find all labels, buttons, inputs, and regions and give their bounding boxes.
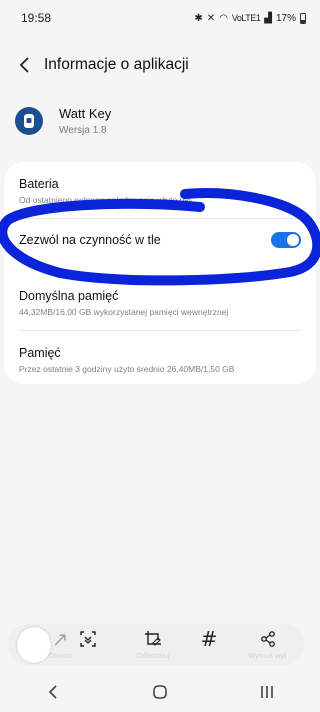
nav-recents-button[interactable] <box>247 672 287 712</box>
background-activity-toggle[interactable] <box>271 232 301 248</box>
hashtag-icon: # <box>200 627 218 651</box>
navigation-bar <box>0 672 320 712</box>
chevron-left-icon <box>19 57 29 73</box>
share-button[interactable]: Wymuś wył. <box>242 630 294 664</box>
background-activity-row[interactable]: Zezwól na czynność w tle <box>19 220 301 260</box>
app-version: Wersja 1.8 <box>59 125 107 136</box>
key-fob-icon <box>24 114 34 128</box>
scroll-capture-button[interactable] <box>62 630 114 664</box>
network-label: VoLTE1 <box>231 13 261 23</box>
status-bar: 19:58 ✱ ✕ ◠ VoLTE1 ▟ 17% <box>0 0 320 36</box>
bluetooth-icon: ✱ <box>194 12 203 24</box>
divider <box>19 218 301 219</box>
battery-subtitle: Od ostatniego pełnego naładowania użyto … <box>19 195 192 205</box>
memory-subtitle: Przez ostatnie 3 godziny użyto średnio 2… <box>19 364 235 374</box>
battery-icon <box>300 12 306 24</box>
header: Informacje o aplikacji <box>0 50 320 80</box>
hashtag-button[interactable]: # <box>183 627 235 664</box>
battery-percent: 17% <box>275 12 296 24</box>
page-title: Informacje o aplikacji <box>44 56 189 73</box>
nav-home-button[interactable] <box>140 672 180 712</box>
nav-home-icon <box>153 685 167 699</box>
nav-recents-icon <box>260 686 273 698</box>
memory-row[interactable]: Pamięć Przez ostatnie 3 godziny użyto śr… <box>19 346 301 374</box>
background-activity-title: Zezwól na czynność w tle <box>19 233 161 247</box>
crop-draw-button[interactable]: Odinstaluj <box>127 630 179 664</box>
edit-label: Odinstaluj <box>136 651 170 660</box>
share-label: Wymuś wył. <box>248 651 288 660</box>
default-storage-row[interactable]: Domyślna pamięć 44,32MB/16,00 GB wykorzy… <box>19 289 301 317</box>
nav-back-button[interactable] <box>33 672 73 712</box>
settings-card: Bateria Od ostatniego pełnego naładowani… <box>4 162 316 384</box>
app-info: Watt Key Wersja 1.8 <box>15 106 111 136</box>
toggle-knob <box>287 234 299 246</box>
share-icon <box>261 631 275 647</box>
battery-row[interactable]: Bateria Od ostatniego pełnego naładowani… <box>19 177 301 205</box>
divider <box>19 330 301 331</box>
crop-pen-icon <box>145 631 161 646</box>
back-button[interactable] <box>14 54 36 76</box>
default-storage-subtitle: 44,32MB/16,00 GB wykorzystanej pamięci w… <box>19 307 229 317</box>
wifi-icon: ◠ <box>219 12 228 24</box>
memory-title: Pamięć <box>19 346 61 360</box>
default-storage-title: Domyślna pamięć <box>19 289 119 303</box>
status-time: 19:58 <box>21 11 52 25</box>
status-icons: ✱ ✕ ◠ VoLTE1 ▟ 17% <box>194 12 306 24</box>
mute-icon: ✕ <box>206 12 216 24</box>
screenshot-toolbar: ↗ Otwórz Odinstaluj # Wymuś wył. <box>8 624 304 666</box>
app-icon <box>15 107 43 135</box>
signal-icon: ▟ <box>264 12 272 24</box>
scroll-capture-icon <box>80 631 96 647</box>
battery-title: Bateria <box>19 177 59 191</box>
app-name: Watt Key <box>59 106 112 121</box>
nav-back-icon <box>49 685 57 699</box>
